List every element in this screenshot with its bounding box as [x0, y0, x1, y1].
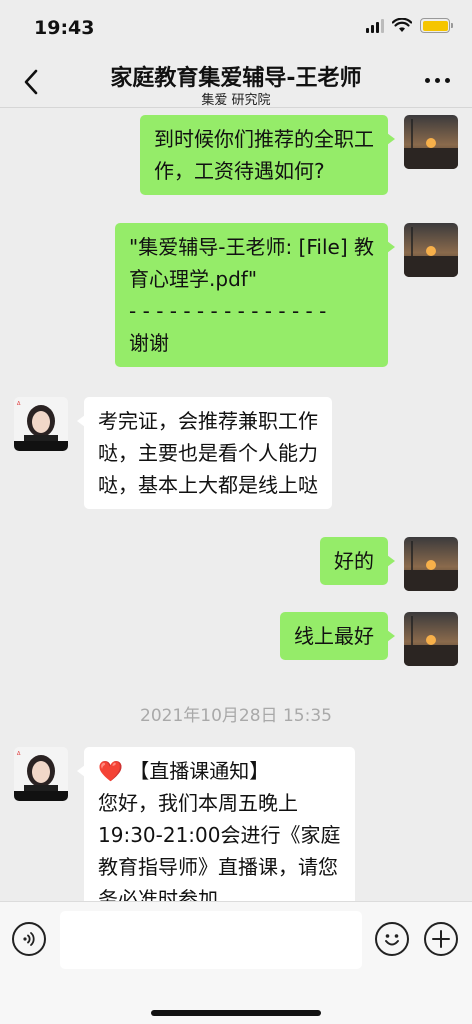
emoji-button[interactable]: [375, 922, 409, 956]
wifi-icon: [392, 18, 412, 32]
message-bubble-received[interactable]: 考完证，会推荐兼职工作 哒，主要也是看个人能力 哒，基本上大都是线上哒: [77, 397, 332, 509]
emoji-icon: [385, 934, 399, 946]
message-line: 谢谢: [129, 331, 170, 355]
more-button[interactable]: [425, 78, 450, 83]
voice-icon: [23, 932, 35, 946]
more-dots-icon: [425, 78, 430, 83]
my-avatar[interactable]: [404, 223, 458, 277]
message-bubble-sent[interactable]: 到时候你们推荐的全职工 作，工资待遇如何?: [140, 115, 395, 195]
chevron-left-icon: [24, 69, 38, 95]
message-line: 育心理学.pdf": [129, 267, 258, 291]
message-timestamp: 2021年10月28日 15:35: [140, 706, 332, 726]
message-line: ❤️ 【直播课通知】: [98, 759, 270, 783]
message-line: 哒，主要也是看个人能力: [98, 441, 318, 465]
voice-button[interactable]: [12, 922, 46, 956]
chat-subtitle: 集爱 研究院: [201, 93, 271, 108]
message-line: 到时候你们推荐的全职工: [154, 127, 374, 151]
message-line: 哒，基本上大都是线上哒: [98, 473, 318, 497]
chat-title: 家庭教育集爱辅导-王老师: [110, 66, 362, 91]
svg-text:Δ: Δ: [17, 401, 21, 407]
back-button[interactable]: [16, 64, 46, 100]
message-line: 教育指导师》直播课，请您: [98, 855, 338, 879]
status-icons: [366, 18, 453, 33]
message-bubble-sent[interactable]: "集爱辅导-王老师: [File] 教 育心理学.pdf" - - - - - …: [115, 223, 395, 367]
message-line: 好的: [334, 549, 374, 573]
contact-avatar[interactable]: Δ: [14, 747, 68, 801]
svg-text:Δ: Δ: [17, 751, 21, 757]
message-line: "集爱辅导-王老师: [File] 教: [129, 235, 374, 259]
status-bar: 19:43: [0, 0, 472, 56]
message-list[interactable]: 到时候你们推荐的全职工 作，工资待遇如何? "集爱辅导-王老师: [File] …: [0, 109, 472, 901]
message-bubble-sent[interactable]: 线上最好: [280, 612, 395, 660]
message-line: 作，工资待遇如何?: [154, 159, 325, 183]
message-line: 考完证，会推荐兼职工作: [98, 409, 318, 433]
message-line: 您好，我们本周五晚上: [98, 791, 298, 815]
my-avatar[interactable]: [404, 612, 458, 666]
chat-header: 家庭教育集爱辅导-王老师 集爱 研究院: [0, 56, 472, 108]
input-bar: [0, 901, 472, 1024]
my-avatar[interactable]: [404, 115, 458, 169]
message-input[interactable]: [60, 911, 362, 969]
message-line: - - - - - - - - - - - - - - -: [129, 299, 327, 323]
message-bubble-sent[interactable]: 好的: [320, 537, 395, 585]
signal-icon: [366, 18, 384, 33]
message-line: 19:30-21:00会进行《家庭: [98, 823, 341, 847]
home-indicator: [151, 1010, 321, 1016]
status-time: 19:43: [34, 17, 95, 39]
contact-avatar[interactable]: Δ: [14, 397, 68, 451]
message-line: 线上最好: [294, 624, 374, 648]
plus-icon: [432, 930, 450, 948]
battery-icon: [420, 18, 453, 33]
more-functions-button[interactable]: [424, 922, 458, 956]
my-avatar[interactable]: [404, 537, 458, 591]
message-line: 务必准时参加: [98, 887, 218, 901]
message-bubble-received[interactable]: ❤️ 【直播课通知】 您好，我们本周五晚上 19:30-21:00会进行《家庭 …: [77, 747, 355, 901]
